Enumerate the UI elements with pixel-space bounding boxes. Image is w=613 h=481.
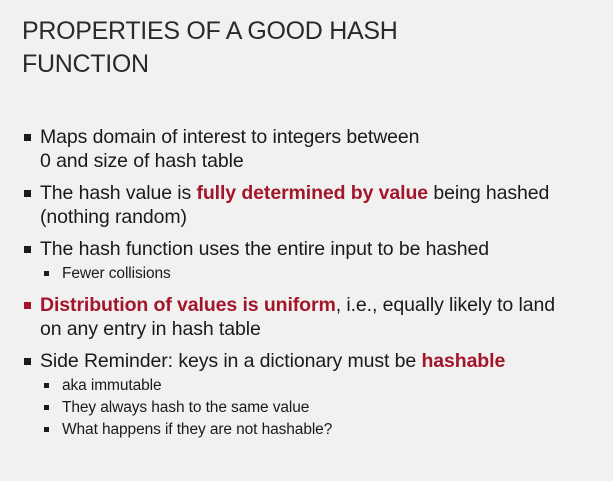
square-bullet-icon [44, 271, 49, 276]
highlighted-text: Distribution of values is uniform [40, 294, 336, 316]
sub-bullet-not-hashable: What happens if they are not hashable? [22, 419, 607, 441]
sub-bullet-text: Fewer collisions [62, 265, 171, 282]
sub-bullet-text: What happens if they are not hashable? [62, 421, 333, 438]
bullet-text-line-1: Side Reminder: keys in a dictionary must… [40, 349, 607, 373]
square-bullet-icon [24, 302, 31, 309]
bullet-text-line-2: on any entry in hash table [40, 318, 261, 340]
bullet-text: Side Reminder: keys in a dictionary must… [40, 350, 422, 372]
highlighted-text: fully determined by value [196, 182, 429, 204]
highlighted-text: hashable [421, 350, 506, 372]
bullet-text: The hash value is [40, 182, 197, 204]
square-bullet-icon [44, 427, 49, 432]
sub-bullet-list: aka immutable They always hash to the sa… [40, 375, 607, 441]
sub-bullet-same-value: They always hash to the same value [22, 397, 607, 419]
sub-bullet-fewer-collisions: Fewer collisions [22, 263, 607, 285]
bullet-text-line-1: The hash value is fully determined by va… [40, 181, 607, 205]
sub-bullet-aka-immutable: aka immutable [22, 375, 607, 397]
bullet-fully-determined: The hash value is fully determined by va… [22, 181, 607, 229]
bullet-text-line-2: (nothing random) [40, 206, 187, 228]
square-bullet-icon [24, 246, 31, 253]
slide: PROPERTIES OF A GOOD HASH FUNCTION Maps … [0, 0, 613, 481]
bullet-maps-domain: Maps domain of interest to integers betw… [22, 125, 607, 173]
bullet-uniform-distribution: Distribution of values is uniform, i.e.,… [22, 293, 607, 341]
slide-title: PROPERTIES OF A GOOD HASH FUNCTION [22, 15, 582, 81]
square-bullet-icon [24, 134, 31, 141]
title-line-2: FUNCTION [22, 50, 149, 78]
square-bullet-icon [24, 358, 31, 365]
bullet-text-line-1: Distribution of values is uniform, i.e.,… [40, 293, 607, 317]
bullet-side-reminder: Side Reminder: keys in a dictionary must… [22, 349, 607, 441]
square-bullet-icon [44, 405, 49, 410]
bullet-text: , i.e., equally likely to land [335, 294, 555, 316]
bullet-text-line-1: The hash function uses the entire input … [40, 238, 490, 260]
bullet-entire-input: The hash function uses the entire input … [22, 237, 607, 285]
sub-bullet-text: They always hash to the same value [62, 399, 310, 416]
sub-bullet-list: Fewer collisions [40, 263, 607, 285]
square-bullet-icon [44, 383, 49, 388]
bullet-text-line-1: Maps domain of interest to integers betw… [40, 126, 420, 148]
sub-bullet-text: aka immutable [62, 377, 162, 394]
bullet-list: Maps domain of interest to integers betw… [22, 125, 607, 449]
bullet-text-line-2: 0 and size of hash table [40, 150, 244, 172]
square-bullet-icon [24, 190, 31, 197]
bullet-text: being hashed [428, 182, 550, 204]
title-line-1: PROPERTIES OF A GOOD HASH [22, 17, 398, 45]
